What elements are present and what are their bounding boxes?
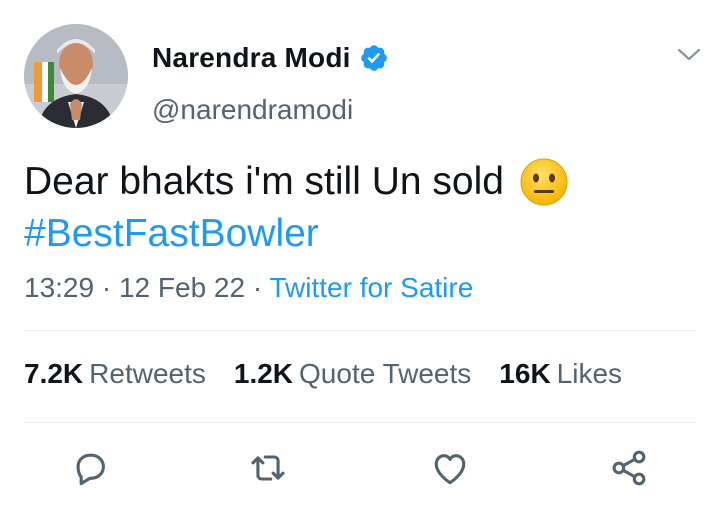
author-name[interactable]: Narendra Modi bbox=[152, 42, 351, 74]
tweet-text-line: Dear bhakts i'm still Un sold bbox=[24, 156, 570, 208]
retweets-count: 7.2K bbox=[24, 358, 84, 389]
retweets-stat[interactable]: 7.2K Retweets bbox=[24, 358, 206, 390]
action-bar bbox=[0, 446, 720, 490]
tweet-time[interactable]: 13:29 bbox=[24, 272, 94, 303]
quote-tweets-stat[interactable]: 1.2K Quote Tweets bbox=[234, 358, 471, 390]
author-row: Narendra Modi bbox=[152, 42, 389, 74]
quote-tweets-count: 1.2K bbox=[233, 358, 294, 389]
tweet-hashtag-line: #BestFastBowler bbox=[24, 208, 570, 260]
likes-count: 16K bbox=[499, 358, 551, 389]
retweet-icon[interactable] bbox=[246, 446, 290, 490]
heart-icon[interactable] bbox=[428, 446, 472, 490]
tweet-source-link[interactable]: Twitter for Satire bbox=[269, 272, 473, 303]
share-icon[interactable] bbox=[607, 446, 651, 490]
neutral-face-emoji-icon bbox=[518, 156, 570, 208]
tweet-text: Dear bhakts i'm still Un sold #BestFastB… bbox=[24, 156, 570, 260]
tweet-date[interactable]: 12 Feb 22 bbox=[119, 272, 245, 303]
divider bbox=[24, 330, 696, 331]
avatar-image bbox=[24, 24, 128, 128]
divider bbox=[24, 422, 696, 423]
hashtag-link[interactable]: #BestFastBowler bbox=[24, 208, 319, 260]
quote-tweets-label: Quote Tweets bbox=[299, 358, 472, 389]
engagement-stats: 7.2K Retweets 1.2K Quote Tweets 16K Likes bbox=[24, 358, 650, 390]
tweet-meta: 13:29 · 12 Feb 22 · Twitter for Satire bbox=[24, 272, 473, 304]
tweet-body: Dear bhakts i'm still Un sold bbox=[24, 160, 504, 203]
retweets-label: Retweets bbox=[89, 358, 206, 389]
avatar[interactable] bbox=[24, 24, 128, 128]
likes-label: Likes bbox=[556, 358, 623, 389]
reply-icon[interactable] bbox=[68, 446, 112, 490]
chevron-down-icon[interactable] bbox=[676, 44, 702, 66]
verified-badge-icon bbox=[359, 43, 389, 73]
meta-separator: · bbox=[245, 272, 270, 303]
meta-separator: · bbox=[94, 272, 119, 303]
author-handle[interactable]: @narendramodi bbox=[152, 94, 353, 126]
likes-stat[interactable]: 16K Likes bbox=[499, 358, 622, 390]
